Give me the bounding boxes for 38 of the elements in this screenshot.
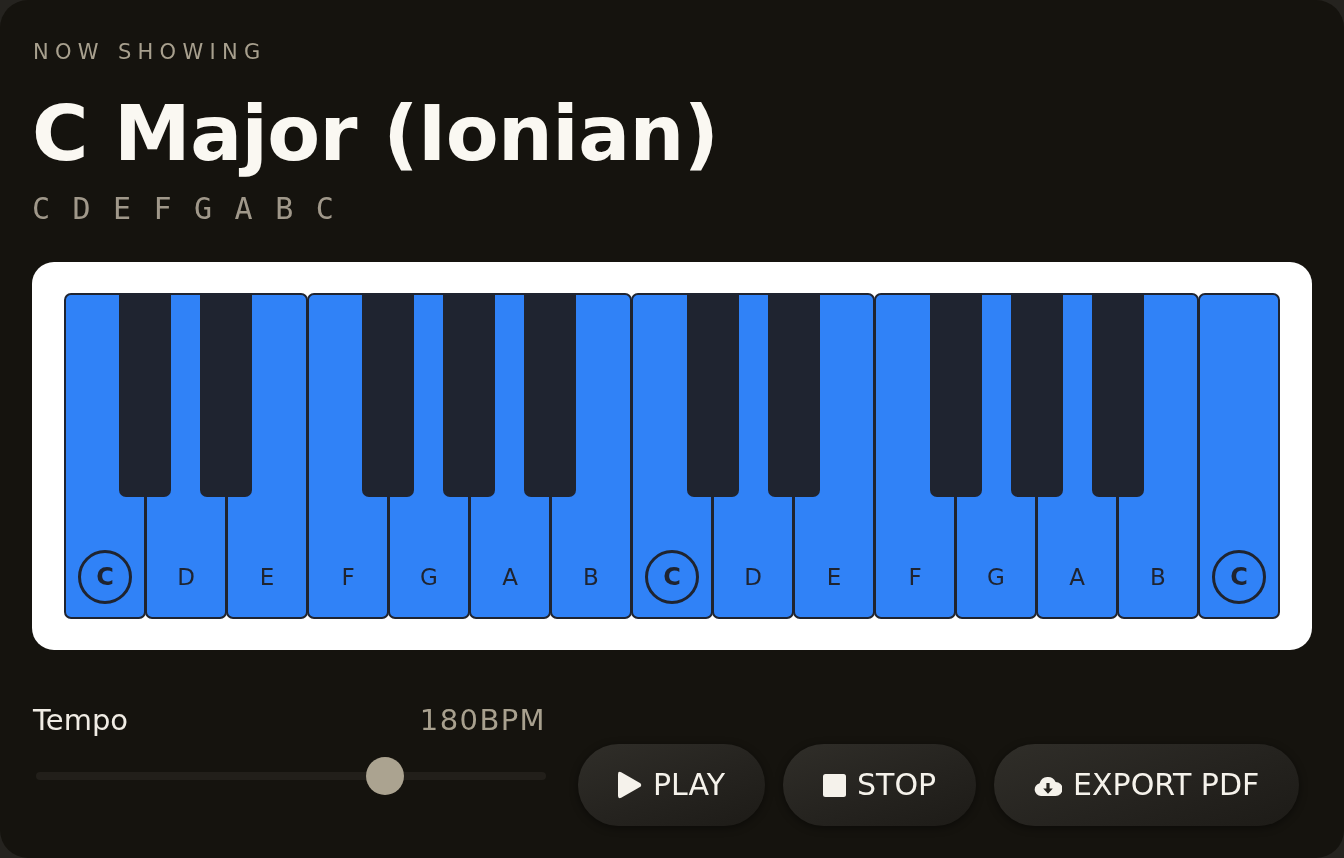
cloud-download-icon <box>1034 774 1063 796</box>
tempo-reading: 180BPM <box>419 703 546 737</box>
circled-note-label: C <box>645 550 699 604</box>
note-label: A <box>1069 563 1085 591</box>
stop-button[interactable]: STOP <box>783 744 977 826</box>
sharp-key[interactable] <box>443 293 496 497</box>
sharp-key[interactable] <box>686 293 739 497</box>
note-label: G <box>420 563 438 591</box>
circled-note-label: C <box>78 550 132 604</box>
sharp-key[interactable] <box>362 293 415 497</box>
sharp-key[interactable] <box>524 293 577 497</box>
slider-thumb[interactable] <box>366 757 405 795</box>
note-label: E <box>826 563 842 591</box>
sharp-key[interactable] <box>1091 293 1144 497</box>
scale-title: C Major (Ionian) <box>32 91 719 176</box>
circled-note-label: C <box>1212 550 1266 604</box>
stop-icon <box>823 773 846 797</box>
play-button[interactable]: PLAY <box>578 744 765 826</box>
note-label: G <box>987 563 1005 591</box>
note-label: F <box>341 563 355 591</box>
sharp-key[interactable] <box>119 293 172 497</box>
note-label: D <box>744 563 762 591</box>
note-label: B <box>1150 563 1166 591</box>
note-label: A <box>502 563 518 591</box>
sharp-key[interactable] <box>1010 293 1063 497</box>
tempo-label: Tempo <box>33 703 129 737</box>
play-icon <box>618 771 642 799</box>
section-label: NOW SHOWING <box>33 40 267 65</box>
scale-notes: C D E F G A B C <box>32 191 336 227</box>
note-label: B <box>583 563 599 591</box>
note-label: D <box>177 563 195 591</box>
natural-key[interactable]: C <box>1198 293 1280 619</box>
note-label: E <box>259 563 275 591</box>
note-label: F <box>908 563 922 591</box>
sharp-key[interactable] <box>200 293 253 497</box>
sharp-key[interactable] <box>929 293 982 497</box>
sharp-key[interactable] <box>767 293 820 497</box>
export-pdf-button[interactable]: EXPORT PDF <box>994 744 1300 826</box>
